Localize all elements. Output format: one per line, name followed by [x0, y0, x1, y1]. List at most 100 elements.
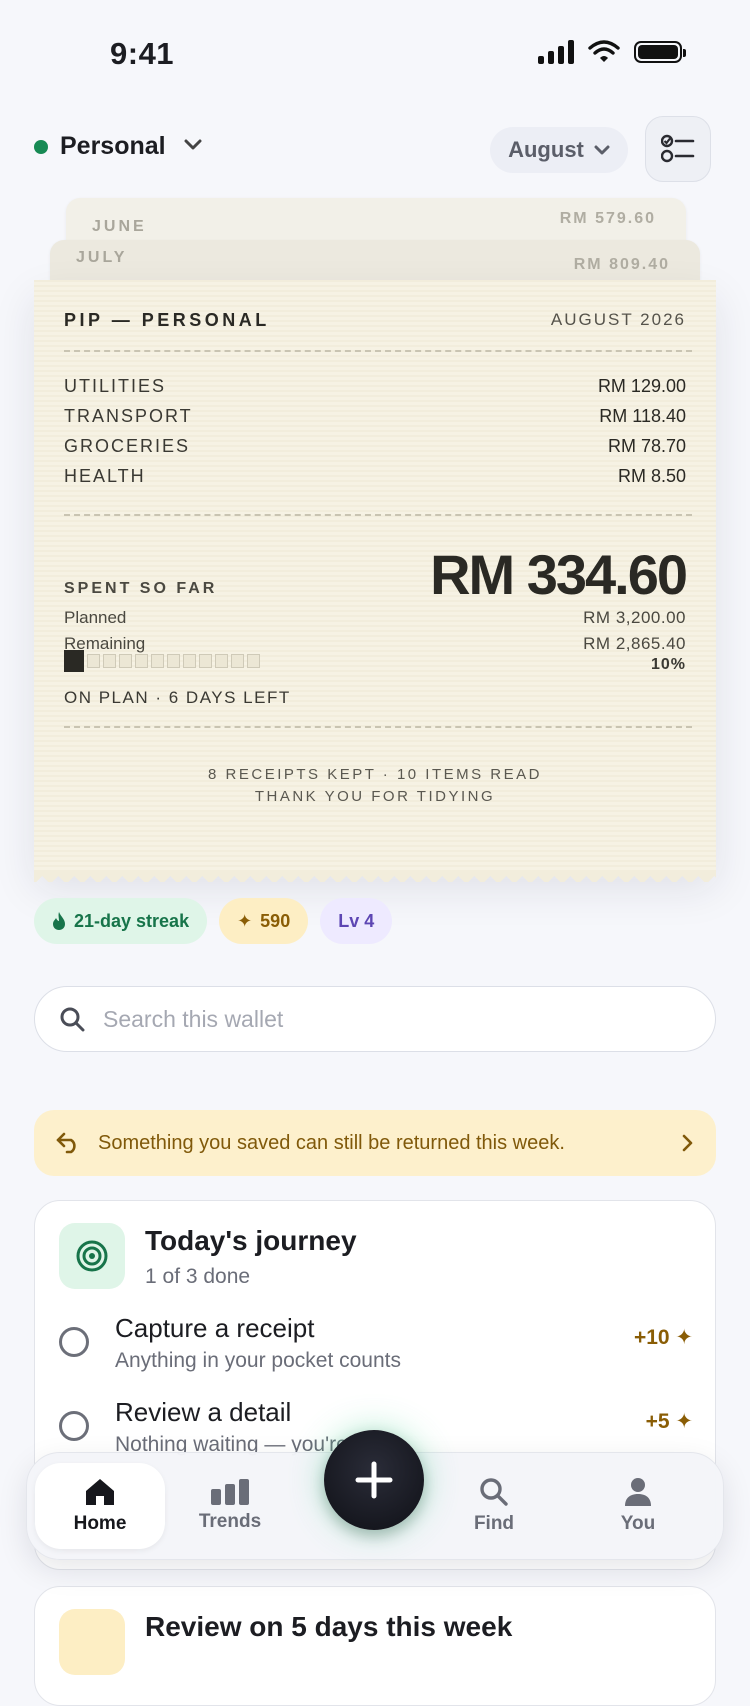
- journey-progress: 1 of 3 done: [145, 1265, 251, 1288]
- task-subtitle: Anything in your pocket counts: [115, 1349, 402, 1372]
- tab-label: Trends: [198, 1511, 262, 1532]
- battery-icon: [634, 41, 686, 63]
- journey-task[interactable]: Capture a receipt Anything in your pocke…: [35, 1313, 715, 1383]
- progress-segment: [183, 654, 196, 668]
- streak-label: 21-day streak: [74, 910, 190, 931]
- receipt-line-label: HEALTH: [64, 466, 146, 486]
- add-button[interactable]: [324, 1430, 424, 1530]
- progress-segment: [247, 654, 260, 668]
- receipt-line-amount: RM 78.70: [607, 436, 686, 456]
- planned-row: Planned RM 3,200.00: [64, 608, 686, 628]
- stats-chips: 21-day streak ✦ 590 Lv 4: [34, 898, 393, 944]
- tab-label: Home: [73, 1513, 127, 1534]
- banner-text: Something you saved can still be returne…: [98, 1131, 565, 1154]
- wallet-switcher[interactable]: Personal: [34, 132, 202, 161]
- receipt-divider: [64, 726, 692, 728]
- progress-segment: [215, 654, 228, 668]
- task-points: +10 ✦: [633, 1326, 693, 1349]
- weekly-review-card[interactable]: Review on 5 days this week: [34, 1586, 716, 1706]
- planned-amount: RM 3,200.00: [583, 608, 686, 627]
- receipt-june-month: JUNE: [92, 218, 147, 235]
- progress-segment: [119, 654, 132, 668]
- month-selector[interactable]: August: [490, 127, 628, 173]
- receipt-line-label: GROCERIES: [64, 436, 191, 456]
- remaining-row: Remaining RM 2,865.40: [64, 634, 686, 654]
- plan-status: ON PLAN · 6 DAYS LEFT: [64, 688, 291, 707]
- receipt-divider: [64, 514, 692, 516]
- points-chip[interactable]: ✦ 590: [219, 898, 309, 944]
- search-icon: [60, 1007, 85, 1032]
- task-checkbox[interactable]: [59, 1411, 89, 1441]
- tab-you[interactable]: You: [573, 1463, 703, 1549]
- level-chip[interactable]: Lv 4: [320, 898, 393, 944]
- tab-home[interactable]: Home: [35, 1463, 165, 1549]
- cellular-signal-icon: [538, 40, 574, 64]
- task-checkbox[interactable]: [59, 1327, 89, 1357]
- bar-chart-icon: [211, 1479, 249, 1505]
- remaining-amount: RM 2,865.40: [583, 634, 686, 653]
- tab-label: Find: [473, 1513, 515, 1534]
- level-label: Lv 4: [338, 910, 375, 931]
- receipt-july-month: JULY: [76, 249, 128, 266]
- spent-amount: RM 334.60: [430, 543, 688, 606]
- wallet-name: Personal: [60, 132, 166, 160]
- budget-progress-bar: [64, 650, 260, 672]
- receipt-title: PIP — PERSONAL: [64, 310, 270, 330]
- plus-icon: [355, 1461, 393, 1499]
- spent-label: SPENT SO FAR: [64, 580, 218, 597]
- task-title: Capture a receipt: [115, 1313, 315, 1343]
- points-label: 590: [260, 910, 291, 931]
- return-arrow-icon: [56, 1132, 76, 1154]
- person-icon: [625, 1478, 651, 1506]
- receipt-june-amount: RM 579.60: [559, 210, 656, 227]
- progress-segment: [64, 650, 84, 672]
- search-icon: [480, 1478, 508, 1506]
- streak-chip[interactable]: 21-day streak: [34, 898, 208, 944]
- receipt-date: AUGUST 2026: [550, 310, 686, 329]
- home-icon: [86, 1479, 114, 1505]
- task-points: +5 ✦: [645, 1410, 693, 1433]
- receipt-august[interactable]: PIP — PERSONAL AUGUST 2026 UTILITIES RM …: [34, 280, 716, 882]
- sparkle-icon: ✦: [237, 910, 253, 931]
- progress-percent: 10%: [650, 656, 686, 673]
- tab-label: You: [620, 1513, 656, 1534]
- receipt-line-label: TRANSPORT: [64, 406, 193, 426]
- receipt-divider: [64, 350, 692, 352]
- receipt-july-amount: RM 809.40: [573, 256, 670, 273]
- search-input[interactable]: [101, 1004, 691, 1034]
- receipt-line: UTILITIES RM 129.00: [64, 376, 686, 397]
- progress-segment: [135, 654, 148, 668]
- calendar-icon: [59, 1609, 125, 1675]
- month-label: August: [508, 137, 584, 162]
- progress-segment: [231, 654, 244, 668]
- return-reminder-banner[interactable]: Something you saved can still be returne…: [34, 1110, 716, 1176]
- target-icon: [59, 1223, 125, 1289]
- receipt-line: TRANSPORT RM 118.40: [64, 406, 686, 427]
- receipt-footer-line: 8 RECEIPTS KEPT · 10 ITEMS READ: [208, 766, 542, 783]
- chevron-right-icon: [682, 1134, 693, 1152]
- receipt-line: HEALTH RM 8.50: [64, 466, 686, 487]
- journey-title: Today's journey: [145, 1225, 357, 1256]
- checklist-button[interactable]: [645, 116, 711, 182]
- flame-icon: [53, 912, 65, 930]
- receipt-footer-line: THANK YOU FOR TIDYING: [254, 788, 496, 805]
- weekly-review-title: Review on 5 days this week: [145, 1611, 513, 1642]
- search-bar[interactable]: [34, 986, 716, 1052]
- tab-find[interactable]: Find: [429, 1463, 559, 1549]
- progress-segment: [103, 654, 116, 668]
- task-title: Review a detail: [115, 1397, 292, 1427]
- progress-segment: [167, 654, 180, 668]
- tab-trends[interactable]: Trends: [165, 1463, 295, 1549]
- receipt-line-amount: RM 8.50: [617, 466, 686, 486]
- progress-segment: [87, 654, 100, 668]
- chevron-down-icon: [594, 145, 610, 155]
- progress-segment: [151, 654, 164, 668]
- planned-label: Planned: [64, 608, 127, 627]
- wallet-status-dot: [34, 139, 48, 154]
- status-time: 9:41: [110, 36, 175, 71]
- chevron-down-icon: [184, 139, 202, 149]
- checklist-icon: [661, 134, 695, 163]
- receipt-line-label: UTILITIES: [64, 376, 167, 396]
- status-icons: [538, 40, 686, 64]
- receipt-line-amount: RM 129.00: [597, 376, 686, 396]
